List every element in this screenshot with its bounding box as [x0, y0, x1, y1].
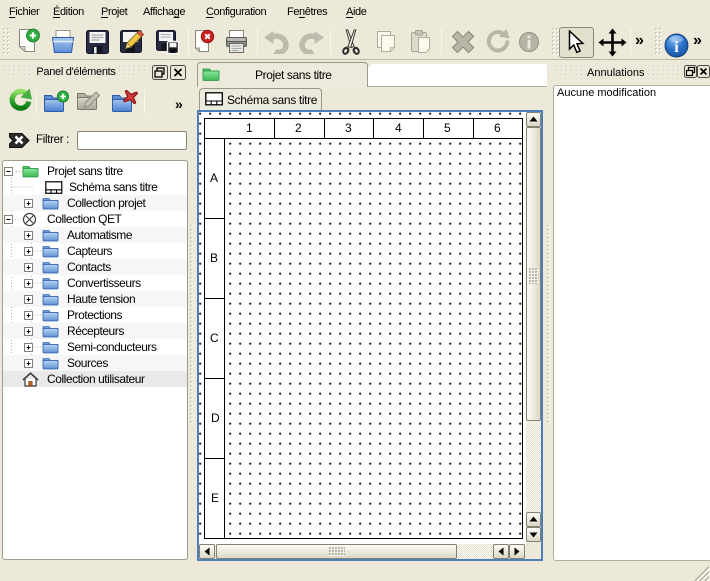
- svg-text:i: i: [674, 37, 679, 56]
